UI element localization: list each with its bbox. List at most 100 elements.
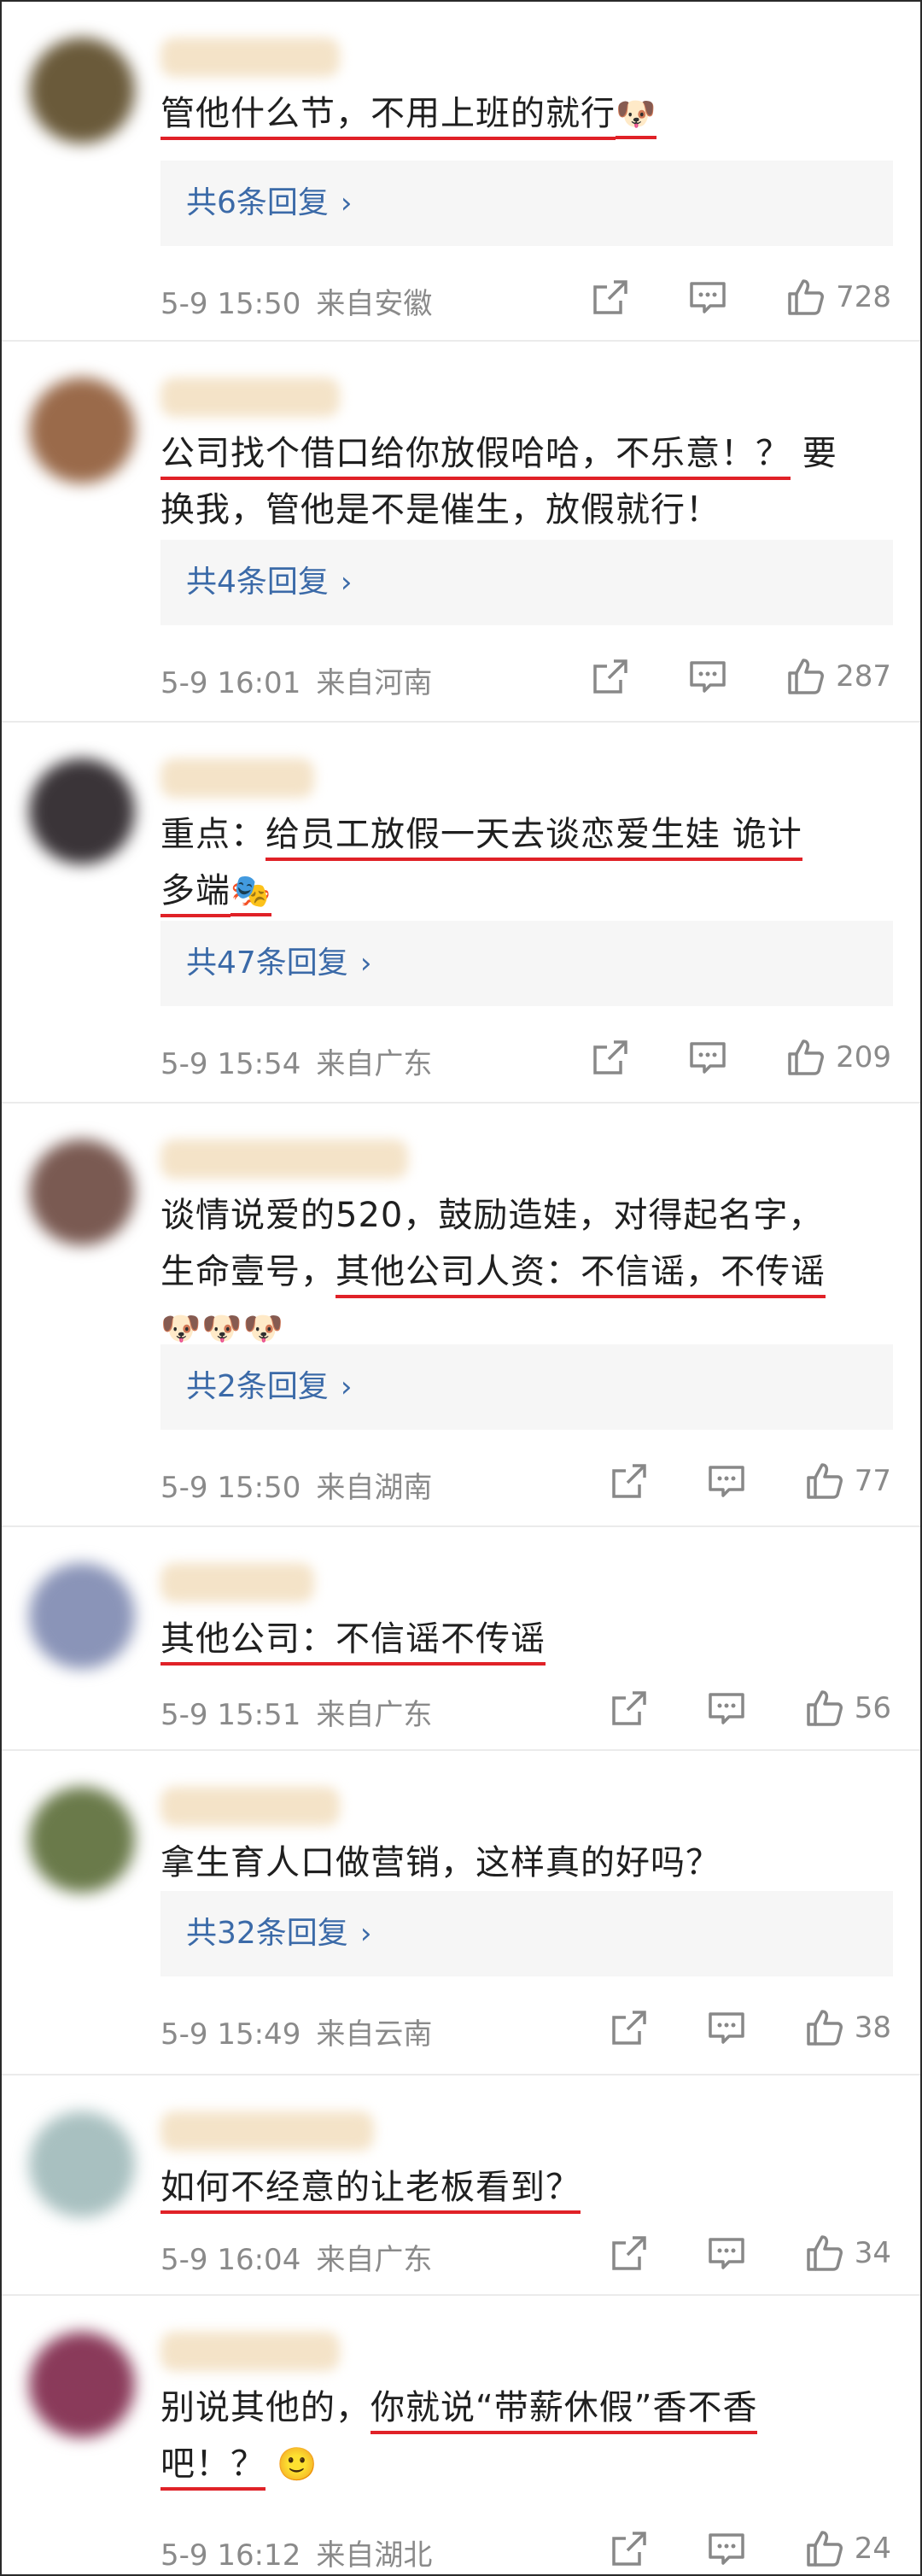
username[interactable] [160,378,340,417]
emoji: 🙂 [266,2445,318,2483]
text-segment: 谈情说爱的520，鼓励造娃，对得起名字， [160,1196,824,1235]
comment-actions: 56 [609,1686,891,1730]
comment-meta: 5-9 16:04 来自广东 [160,2236,432,2278]
avatar[interactable] [29,758,135,864]
like-icon[interactable] [803,1688,844,1729]
location: 来自广东 [316,1698,433,1732]
comment-meta: 5-9 15:50 来自湖南 [160,1464,432,1506]
view-replies-button[interactable]: 共6条回复 › [160,161,893,246]
comment-text: 公司找个借口给你放假哈哈，不乐意！？ 要换我，管他是不是催生，放假就行！ [160,425,900,538]
comment-text: 如何不经意的让老板看到？ [160,2159,900,2216]
like-icon[interactable] [785,1037,826,1078]
avatar[interactable] [29,2332,135,2438]
username[interactable] [160,2332,340,2371]
text-segment: 别说其他的， [160,2388,371,2427]
reply-count-label: 共2条回复 [186,1369,329,1404]
timestamp: 5-9 15:50 [160,1471,301,1505]
text-segment: 拿生育人口做营销，这样真的好吗？ [160,1843,721,1882]
timestamp: 5-9 15:50 [160,287,301,321]
text-segment: 如何不经意的让老板看到？ [160,2168,581,2214]
comment-text-line: 吧！？ 🙂 [160,2436,900,2492]
like-count: 77 [854,1464,891,1498]
avatar[interactable] [29,1563,135,1669]
view-replies-button[interactable]: 共2条回复 › [160,1344,893,1430]
comment-list: 管他什么节，不用上班的就行🐶 共6条回复 › 5-9 15:50 来自安徽 728 公司找个… [0,0,922,2576]
timestamp: 5-9 15:51 [160,1698,301,1732]
reply-count-label: 共32条回复 [186,1916,348,1951]
comment-text-line: 重点：给员工放假一天去谈恋爱生娃 诡计 [160,806,900,863]
emoji: 🐶🐶🐶 [160,1309,284,1347]
comment-icon[interactable] [706,2007,747,2048]
username[interactable] [160,1563,314,1602]
like-icon[interactable] [803,2528,844,2569]
like-icon[interactable] [785,656,826,697]
username[interactable] [160,1139,408,1179]
avatar[interactable] [29,2111,135,2217]
comment-item: 如何不经意的让老板看到？ 5-9 16:04 来自广东 34 [2,2075,920,2296]
username[interactable] [160,38,340,77]
avatar[interactable] [29,38,135,143]
comment-icon[interactable] [687,656,728,697]
share-icon[interactable] [590,1037,631,1078]
share-icon[interactable] [609,2528,650,2569]
reply-count-label: 共47条回复 [186,946,348,981]
comment-text: 管他什么节，不用上班的就行🐶 [160,85,900,142]
text-segment: 给员工放假一天去谈恋爱生娃 诡计 [266,815,802,861]
comment-item: 别说其他的，你就说“带薪休假”香不香 吧！？ 🙂 5-9 16:12 来自湖北 24 [2,2296,920,2574]
comment-item: 拿生育人口做营销，这样真的好吗？ 共32条回复 › 5-9 15:49 来自云南 38 [2,1751,920,2075]
share-icon[interactable] [590,277,631,318]
chevron-right-icon: › [340,186,353,220]
comment-icon[interactable] [706,1688,747,1729]
comment-meta: 5-9 16:12 来自湖北 [160,2532,432,2573]
username[interactable] [160,1787,340,1826]
chevron-right-icon: › [340,1370,353,1404]
view-replies-button[interactable]: 共32条回复 › [160,1891,893,1976]
like-icon[interactable] [803,1461,844,1502]
username[interactable] [160,758,314,798]
text-segment: 公司找个借口给你放假哈哈，不乐意！？ [160,434,791,480]
text-segment: 多端 [160,871,230,917]
like-icon[interactable] [785,277,826,318]
comment-item: 其他公司：不信谣不传谣 5-9 15:51 来自广东 56 [2,1527,920,1751]
comment-icon[interactable] [687,277,728,318]
text-segment: 换我，管他是不是催生，放假就行！ [160,490,721,530]
comment-icon[interactable] [706,2233,747,2274]
avatar[interactable] [29,1787,135,1893]
text-segment: 你就说“带薪休假”香不香 [371,2388,758,2434]
chevron-right-icon: › [359,946,372,981]
text-segment: 其他公司人资：不信谣，不传谣 [336,1252,826,1298]
comment-item: 重点：给员工放假一天去谈恋爱生娃 诡计 多端🎭 共47条回复 › 5-9 15:54 来自… [2,723,920,1104]
comment-icon[interactable] [687,1037,728,1078]
location: 来自云南 [316,2017,433,2052]
view-replies-button[interactable]: 共4条回复 › [160,540,893,625]
like-icon[interactable] [803,2007,844,2048]
like-count: 34 [854,2236,891,2270]
comment-item: 公司找个借口给你放假哈哈，不乐意！？ 要换我，管他是不是催生，放假就行！ 共4条回… [2,342,920,723]
view-replies-button[interactable]: 共47条回复 › [160,921,893,1006]
comment-meta: 5-9 15:54 来自广东 [160,1040,432,1082]
text-segment: 管他什么节，不用上班的就行 [160,94,616,140]
comment-icon[interactable] [706,1461,747,1502]
share-icon[interactable] [609,2233,650,2274]
username[interactable] [160,2111,374,2151]
location: 来自湖南 [316,1471,433,1505]
text-segment: 其他公司：不信谣不传谣 [160,1619,546,1666]
share-icon[interactable] [609,1688,650,1729]
comment-meta: 5-9 16:01 来自河南 [160,659,432,701]
text-segment: 吧！？ [160,2444,266,2491]
avatar[interactable] [29,378,135,483]
emoji: 🎭 [230,872,272,916]
comment-meta: 5-9 15:51 来自广东 [160,1691,432,1733]
share-icon[interactable] [609,1461,650,1502]
avatar[interactable] [29,1139,135,1245]
share-icon[interactable] [609,2007,650,2048]
like-count: 56 [854,1691,891,1725]
reply-count-label: 共6条回复 [186,185,329,220]
text-segment: 重点： [160,815,266,854]
like-icon[interactable] [803,2233,844,2274]
comment-text-line: 其他公司：不信谣不传谣 [160,1611,900,1667]
comment-icon[interactable] [706,2528,747,2569]
timestamp: 5-9 16:12 [160,2538,301,2573]
comment-text-line: 拿生育人口做营销，这样真的好吗？ [160,1835,900,1891]
share-icon[interactable] [590,656,631,697]
